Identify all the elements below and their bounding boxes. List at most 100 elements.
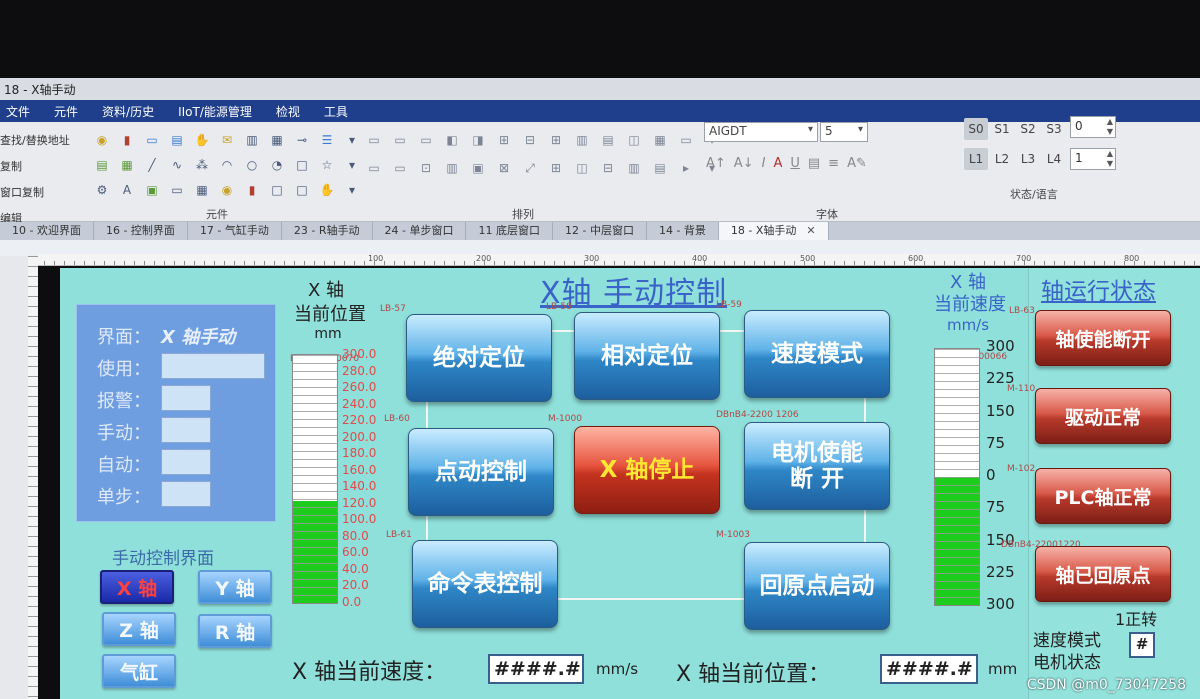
menu-item-4[interactable]: 检视 [276, 103, 300, 120]
arrange-tool-icon[interactable]: ▥ [442, 158, 462, 178]
nav-r-axis-button[interactable]: R 轴 [198, 614, 272, 648]
state-s0[interactable]: S0 [964, 118, 988, 140]
print-icon[interactable]: ▥ [242, 130, 262, 150]
mail-icon[interactable]: ✉ [217, 130, 237, 150]
bulb2-icon[interactable]: ◉ [217, 180, 237, 200]
menu-item-1[interactable]: 元件 [54, 103, 78, 120]
arrange-tool-icon[interactable]: ⊞ [546, 130, 566, 150]
list-icon[interactable]: ☰ [317, 130, 337, 150]
arrange-tool-icon[interactable]: ▸ [676, 158, 696, 178]
font-color-icon[interactable]: A [773, 156, 782, 171]
close-icon[interactable]: ✕ [806, 224, 815, 237]
more3-icon[interactable]: ▾ [342, 180, 362, 200]
window-copy-command[interactable]: 窗口复制 [0, 180, 84, 206]
square2-icon[interactable]: □ [292, 180, 312, 200]
gear-icon[interactable]: ⚙ [92, 180, 112, 200]
menu-item-5[interactable]: 工具 [324, 103, 348, 120]
tab-2[interactable]: 17 - 气缸手动 [188, 222, 282, 240]
grid-icon[interactable]: ▦ [117, 155, 137, 175]
pie-icon[interactable]: ◔ [267, 155, 287, 175]
frame-icon[interactable]: □ [267, 180, 287, 200]
square-icon[interactable]: □ [292, 155, 312, 175]
arrange-tool-icon[interactable]: ⊞ [494, 130, 514, 150]
button-icon[interactable]: ▭ [142, 130, 162, 150]
arrange-tool-icon[interactable]: ⊟ [520, 130, 540, 150]
state-s2[interactable]: S2 [1016, 118, 1040, 140]
arrange-tool-icon[interactable]: ▤ [650, 158, 670, 178]
rect-icon[interactable]: ▭ [167, 180, 187, 200]
tab-5[interactable]: 11 底层窗口 [466, 222, 553, 240]
more-icon[interactable]: ▾ [342, 130, 362, 150]
jog-control-button[interactable]: 点动控制 [408, 428, 554, 516]
nav-y-axis-button[interactable]: Y 轴 [198, 570, 272, 604]
command-table-button[interactable]: 命令表控制 [412, 540, 558, 628]
lang-l4[interactable]: L4 [1042, 148, 1066, 170]
nav-z-axis-button[interactable]: Z 轴 [102, 612, 176, 646]
tab-1[interactable]: 16 - 控制界面 [94, 222, 188, 240]
arrange-tool-icon[interactable]: ▭ [364, 130, 384, 150]
homing-start-button[interactable]: 回原点启动 [744, 542, 890, 630]
speed-mode-button[interactable]: 速度模式 [744, 310, 890, 398]
lang-l3[interactable]: L3 [1016, 148, 1040, 170]
font-size-select[interactable]: 5 ▾ [820, 122, 868, 142]
grow-font-icon[interactable]: A↑ [706, 156, 726, 171]
arrange-tool-icon[interactable]: ▭ [390, 130, 410, 150]
star-icon[interactable]: ☆ [317, 155, 337, 175]
nav-cylinder-button[interactable]: 气缸 [102, 654, 176, 688]
hand2-icon[interactable]: ✋ [317, 180, 337, 200]
menu-item-2[interactable]: 资料/历史 [102, 103, 154, 120]
arrange-tool-icon[interactable]: ◫ [572, 158, 592, 178]
spin-arrows-icon[interactable]: ▲ ▼ [1107, 117, 1113, 137]
chart-icon[interactable]: ▤ [92, 155, 112, 175]
table-icon[interactable]: ▦ [267, 130, 287, 150]
menu-item-3[interactable]: IIoT/能源管理 [178, 103, 252, 120]
arrange-tool-icon[interactable]: ▤ [598, 130, 618, 150]
arrange-tool-icon[interactable]: ◫ [624, 130, 644, 150]
copy-command[interactable]: 复制 [0, 154, 84, 180]
tablegrid-icon[interactable]: ▦ [192, 180, 212, 200]
state-spinner[interactable]: 0 ▲ ▼ [1070, 116, 1116, 138]
line-icon[interactable]: ╱ [142, 155, 162, 175]
x-axis-stop-button[interactable]: X 轴停止 [574, 426, 720, 514]
key-icon[interactable]: ⊸ [292, 130, 312, 150]
arrange-tool-icon[interactable]: ▥ [572, 130, 592, 150]
absolute-position-button[interactable]: 绝对定位 [406, 314, 552, 402]
tab-0[interactable]: 10 - 欢迎界面 [0, 222, 94, 240]
node-icon[interactable]: ⁂ [192, 155, 212, 175]
font-name-select[interactable]: AIGDT ▾ [704, 122, 818, 142]
wave-icon[interactable]: ∿ [167, 155, 187, 175]
tab-7[interactable]: 14 - 背景 [647, 222, 719, 240]
circle-icon[interactable]: ○ [242, 155, 262, 175]
arrange-tool-icon[interactable]: ▭ [676, 130, 696, 150]
arrange-tool-icon[interactable]: ▭ [416, 130, 436, 150]
italic-icon[interactable]: I [762, 156, 766, 171]
menu-item-0[interactable]: 文件 [6, 103, 30, 120]
lamp-icon[interactable]: ▮ [117, 130, 137, 150]
arrange-tool-icon[interactable]: ⊞ [546, 158, 566, 178]
spin-arrows-icon[interactable]: ▲ ▼ [1107, 149, 1113, 169]
arrange-tool-icon[interactable]: ⊟ [598, 158, 618, 178]
fill-icon[interactable]: ▤ [808, 156, 820, 171]
switch-icon[interactable]: ▤ [167, 130, 187, 150]
lang-l2[interactable]: L2 [990, 148, 1014, 170]
state-s3[interactable]: S3 [1042, 118, 1066, 140]
tab-4[interactable]: 24 - 单步窗口 [373, 222, 467, 240]
arrange-tool-icon[interactable]: ◧ [442, 130, 462, 150]
meter-icon[interactable]: ▮ [242, 180, 262, 200]
tab-6[interactable]: 12 - 中层窗口 [553, 222, 647, 240]
tab-8[interactable]: 18 - X轴手动 ✕ [718, 222, 829, 240]
arrange-tool-icon[interactable]: ▥ [624, 158, 644, 178]
lang-l1[interactable]: L1 [964, 148, 988, 170]
image-icon[interactable]: ▣ [142, 180, 162, 200]
text-icon[interactable]: A [117, 180, 137, 200]
nav-x-axis-button[interactable]: X 轴 [100, 570, 174, 604]
state-s1[interactable]: S1 [990, 118, 1014, 140]
lang-spinner[interactable]: 1 ▲ ▼ [1070, 148, 1116, 170]
bulb-icon[interactable]: ◉ [92, 130, 112, 150]
arrange-tool-icon[interactable]: ⤢ [520, 158, 540, 178]
arrange-tool-icon[interactable]: ▦ [650, 130, 670, 150]
arrange-tool-icon[interactable]: ▭ [364, 158, 384, 178]
clear-format-icon[interactable]: A✎ [847, 156, 867, 171]
underline-icon[interactable]: U [790, 156, 800, 171]
relative-position-button[interactable]: 相对定位 [574, 312, 720, 400]
